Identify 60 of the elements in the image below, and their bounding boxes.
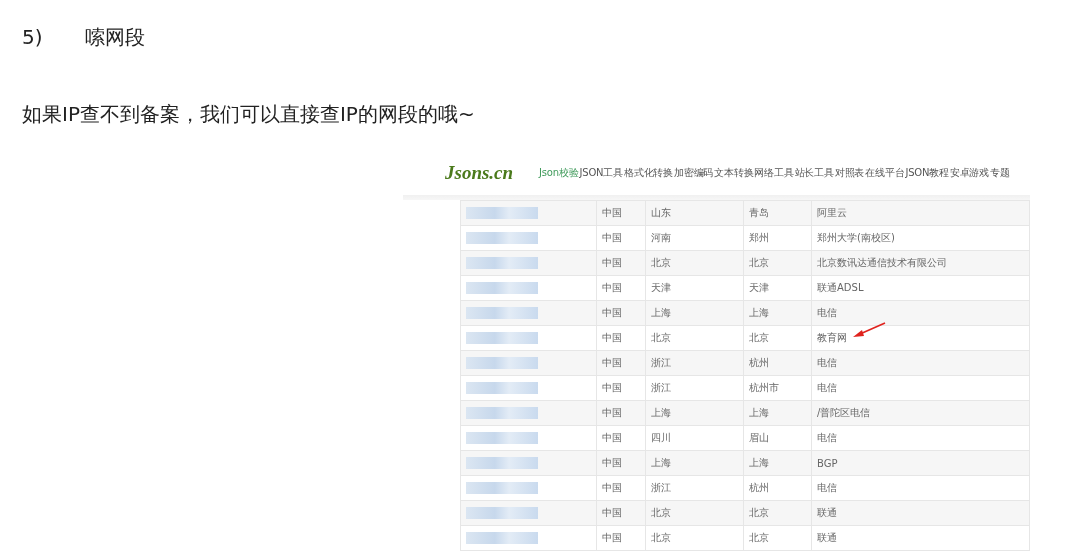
table-cell: 青岛 xyxy=(743,200,812,226)
table-cell: 四川 xyxy=(645,425,744,451)
table-cell: /普陀区电信 xyxy=(811,400,1030,426)
table-cell: 浙江 xyxy=(645,375,744,401)
table-cell: 山东 xyxy=(645,200,744,226)
table-cell: 北京 xyxy=(743,325,812,351)
table-cell: 北京数讯达通信技术有限公司 xyxy=(811,250,1030,276)
table-cell: 浙江 xyxy=(645,350,744,376)
site-logo[interactable]: Jsons.cn xyxy=(445,162,514,184)
table-cell: 中国 xyxy=(596,475,646,501)
table-cell: BGP xyxy=(811,450,1030,476)
table-cell: 上海 xyxy=(645,300,744,326)
table-cell: 联通 xyxy=(811,525,1030,551)
nav-link[interactable]: 专题 xyxy=(990,166,1010,180)
heading-title: 嗦网段 xyxy=(85,24,145,51)
table-cell: 中国 xyxy=(596,425,646,451)
nav-link[interactable]: 安卓游戏 xyxy=(949,166,990,180)
table-cell: 联通 xyxy=(811,500,1030,526)
heading-number: 5) xyxy=(22,24,44,51)
nav-link[interactable]: 对照表 xyxy=(834,166,865,180)
nav-link[interactable]: 格式化转换 xyxy=(624,166,673,180)
table-cell: 上海 xyxy=(645,400,744,426)
table-cell: 北京 xyxy=(645,500,744,526)
table-cell: 中国 xyxy=(596,325,646,351)
nav-link[interactable]: 网络工具 xyxy=(754,166,794,180)
table-cell: 电信 xyxy=(811,375,1030,401)
table-cell: 电信 xyxy=(811,300,1030,326)
nav-link[interactable]: 文本转换 xyxy=(714,166,754,180)
table-cell: 阿里云 xyxy=(811,200,1030,226)
table-cell: 联通ADSL xyxy=(811,275,1030,301)
table-cell: 浙江 xyxy=(645,475,744,501)
table-cell: 天津 xyxy=(645,275,744,301)
nav-link[interactable]: Json校验 xyxy=(539,166,579,180)
table-cell: 中国 xyxy=(596,275,646,301)
table-cell: 中国 xyxy=(596,525,646,551)
table-cell: 北京 xyxy=(645,525,744,551)
table-cell: 中国 xyxy=(596,225,646,251)
table-cell: 上海 xyxy=(645,450,744,476)
table-cell: 电信 xyxy=(811,425,1030,451)
nav-link[interactable]: 加密编码 xyxy=(674,166,714,180)
table-cell: 中国 xyxy=(596,200,646,226)
paragraph: 如果IP查不到备案，我们可以直接查IP的网段的哦~ xyxy=(22,101,476,128)
table-cell: 杭州 xyxy=(743,475,812,501)
table-cell: 电信 xyxy=(811,475,1030,501)
nav-link[interactable]: 在线平台 xyxy=(865,166,905,180)
table-cell: 北京 xyxy=(645,250,744,276)
nav-link[interactable]: JSON教程 xyxy=(905,166,949,180)
table-cell: 北京 xyxy=(645,325,744,351)
nav-link[interactable]: 站长工具 xyxy=(794,166,834,180)
table-cell: 郑州大学(南校区) xyxy=(811,225,1030,251)
table-cell: 天津 xyxy=(743,275,812,301)
table-cell: 杭州市 xyxy=(743,375,812,401)
table-cell: 中国 xyxy=(596,375,646,401)
table-cell: 眉山 xyxy=(743,425,812,451)
table-cell: 河南 xyxy=(645,225,744,251)
table-cell: 郑州 xyxy=(743,225,812,251)
table-cell: 电信 xyxy=(811,350,1030,376)
table-cell: 北京 xyxy=(743,525,812,551)
nav-link[interactable]: JSON工具 xyxy=(579,166,623,180)
table-cell-text: 教育网 xyxy=(817,332,847,343)
